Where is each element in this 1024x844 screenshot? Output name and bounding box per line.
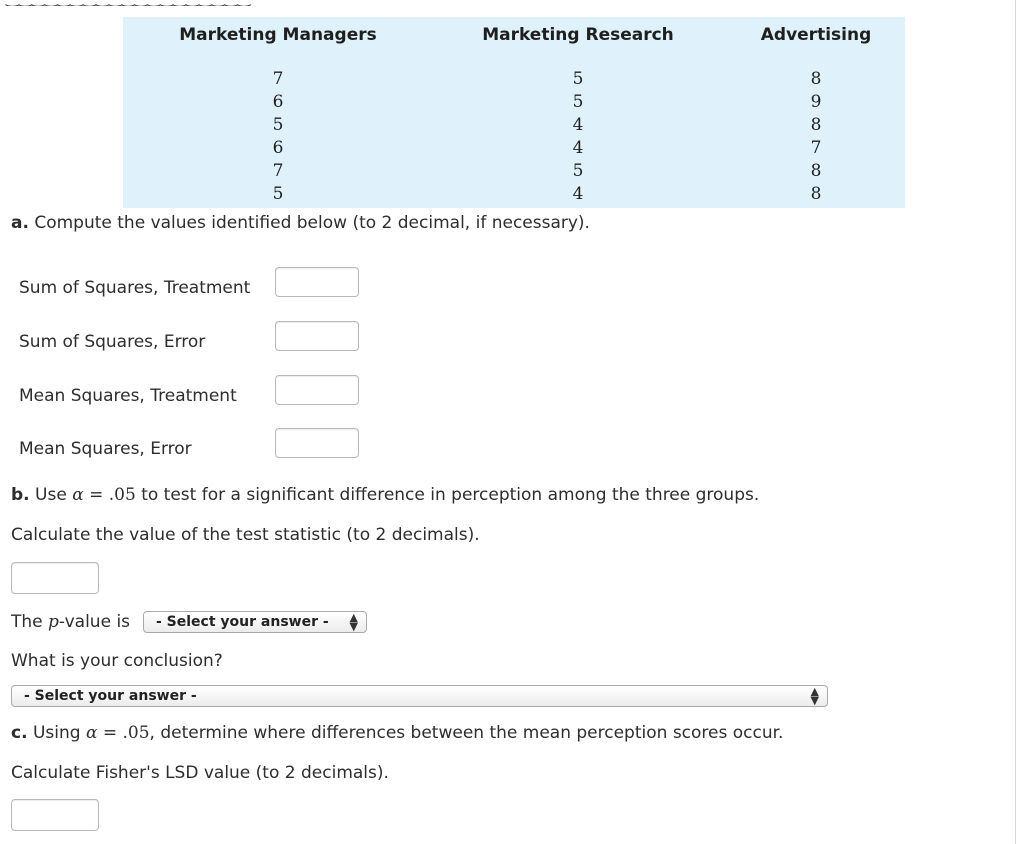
part-letter: b. — [11, 485, 30, 505]
table-column-marketing-managers: Marketing Managers 7 6 5 6 7 5 — [173, 17, 383, 208]
question-text: Using — [27, 723, 86, 743]
pvalue-select[interactable]: - Select your answer - ▲ ▼ — [143, 611, 367, 633]
pvalue-select-value: - Select your answer - — [156, 614, 329, 630]
part-c-question: c. Using α = .05, determine where differ… — [11, 723, 783, 743]
label-ms-treatment: Mean Squares, Treatment — [19, 386, 237, 406]
table-cell: 5 — [572, 69, 584, 89]
table-cell: 8 — [810, 115, 822, 135]
label-text: The — [11, 612, 49, 632]
select-arrows-icon: ▲ ▼ — [349, 611, 358, 633]
alpha-value: .05 — [122, 723, 150, 743]
equals-sign: = — [97, 723, 123, 743]
alpha-value: .05 — [108, 485, 136, 505]
truncated-header-text: ‿‿‿‿‿‿‿‿‿‿‿‿‿‿‿‿‿‿‿ — [0, 0, 1024, 6]
ms-treatment-input[interactable] — [275, 375, 359, 405]
conclusion-select[interactable]: - Select your answer - ▲ ▼ — [11, 685, 828, 707]
p-symbol: p — [48, 612, 59, 632]
table-cell: 8 — [810, 184, 822, 204]
table-column-marketing-research: Marketing Research 5 5 4 4 5 4 — [473, 17, 683, 208]
label-ms-error: Mean Squares, Error — [19, 439, 192, 459]
part-letter: c. — [11, 723, 28, 743]
table-cell: 4 — [572, 115, 584, 135]
table-cell: 6 — [272, 138, 284, 158]
table-cell: 5 — [272, 184, 284, 204]
equals-sign: = — [83, 485, 109, 505]
ss-treatment-input[interactable] — [275, 267, 359, 297]
part-letter: a. — [11, 213, 29, 233]
alpha-symbol: α — [72, 485, 84, 505]
pvalue-label: The p-value is — [11, 612, 130, 632]
question-text: Use — [29, 485, 73, 505]
ms-error-input[interactable] — [275, 428, 359, 458]
test-statistic-input[interactable] — [11, 562, 99, 594]
table-cell: 7 — [272, 69, 284, 89]
column-header: Advertising — [760, 25, 872, 45]
question-text: , determine where differences between th… — [149, 723, 784, 743]
table-cell: 4 — [572, 184, 584, 204]
table-cell: 7 — [272, 161, 284, 181]
table-cell: 6 — [272, 92, 284, 112]
table-cell: 8 — [810, 69, 822, 89]
lsd-input[interactable] — [11, 799, 99, 831]
question-text: to test for a significant difference in … — [135, 485, 760, 505]
data-table: Marketing Managers 7 6 5 6 7 5 Marketing… — [123, 17, 905, 208]
table-cell: 4 — [572, 138, 584, 158]
ss-error-input[interactable] — [275, 321, 359, 351]
part-b-question: b. Use α = .05 to test for a significant… — [11, 485, 759, 505]
lsd-prompt: Calculate Fisher's LSD value (to 2 decim… — [11, 763, 389, 783]
select-arrows-icon: ▲ ▼ — [810, 685, 819, 707]
label-ss-treatment: Sum of Squares, Treatment — [19, 278, 251, 298]
alpha-symbol: α — [85, 723, 98, 743]
table-cell: 8 — [810, 161, 822, 181]
question-text: Compute the values identified below (to … — [28, 213, 590, 233]
table-cell: 7 — [810, 138, 822, 158]
label-text: -value is — [58, 612, 131, 632]
table-cell: 9 — [810, 92, 822, 112]
column-header: Marketing Research — [482, 25, 674, 45]
label-ss-error: Sum of Squares, Error — [19, 332, 206, 352]
table-cell: 5 — [572, 161, 584, 181]
column-header: Marketing Managers — [179, 25, 377, 45]
page-border — [1015, 0, 1016, 844]
test-statistic-prompt: Calculate the value of the test statisti… — [11, 525, 480, 545]
conclusion-select-value: - Select your answer - — [24, 688, 197, 704]
conclusion-prompt: What is your conclusion? — [11, 651, 223, 671]
part-a-question: a. Compute the values identified below (… — [11, 213, 590, 233]
table-cell: 5 — [572, 92, 584, 112]
table-cell: 5 — [272, 115, 284, 135]
table-column-advertising: Advertising 8 9 8 7 8 8 — [738, 17, 894, 208]
